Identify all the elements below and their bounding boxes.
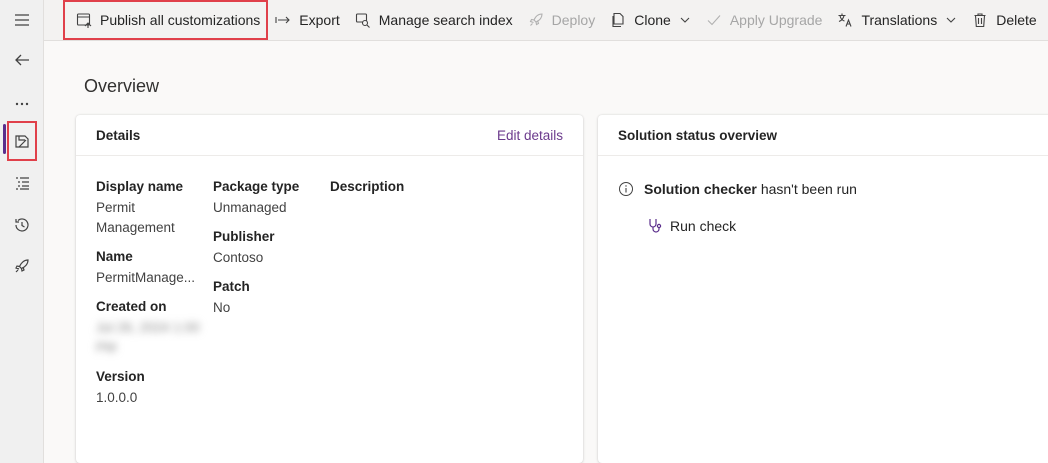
- solution-checker-name: Solution checker: [644, 181, 757, 197]
- delete-label: Delete: [996, 12, 1037, 28]
- translations-label: Translations: [861, 12, 938, 28]
- chevron-down-icon: [679, 14, 691, 26]
- stethoscope-icon: [646, 217, 664, 235]
- package-type-value: Unmanaged: [213, 200, 287, 215]
- clone-icon: [609, 11, 627, 29]
- hamburger-icon[interactable]: [0, 0, 44, 40]
- created-on-label: Created on: [96, 299, 167, 314]
- solution-checker-status: Solution checker hasn't been run: [618, 181, 857, 197]
- apply-upgrade-label: Apply Upgrade: [729, 12, 823, 28]
- version-value: 1.0.0.0: [96, 390, 138, 405]
- name-label: Name: [96, 249, 133, 264]
- left-rail: [0, 0, 44, 463]
- status-header: Solution status overview: [598, 115, 1048, 156]
- delete-button[interactable]: Delete: [964, 0, 1043, 41]
- manage-search-index-label: Manage search index: [378, 12, 513, 28]
- info-icon: [618, 181, 634, 197]
- apply-upgrade-button[interactable]: Apply Upgrade: [698, 0, 830, 41]
- edit-details-link[interactable]: Edit details: [497, 128, 563, 143]
- history-icon[interactable]: [0, 205, 44, 245]
- solution-status-card: Solution status overview Solution checke…: [598, 115, 1048, 463]
- details-column-1: Display name Permit Management Name Perm…: [96, 179, 200, 419]
- more-icon[interactable]: [0, 82, 44, 122]
- pipelines-rocket-icon[interactable]: [0, 246, 44, 286]
- checkmark-icon: [705, 11, 723, 29]
- details-card: Details Edit details Display name Permit…: [76, 115, 583, 463]
- clone-label: Clone: [634, 12, 671, 28]
- status-title: Solution status overview: [618, 127, 778, 143]
- run-check-label: Run check: [670, 218, 737, 234]
- publish-icon: [75, 11, 93, 29]
- run-check-button[interactable]: Run check: [646, 217, 736, 235]
- search-index-icon: [354, 11, 372, 29]
- deploy-label: Deploy: [551, 12, 596, 28]
- package-type-label: Package type: [213, 179, 300, 194]
- patch-value: No: [213, 300, 231, 315]
- solution-highlight-box: [7, 121, 37, 161]
- created-on-value: Jul 26, 2024 1:00 PM: [96, 320, 200, 355]
- display-name-label: Display name: [96, 179, 184, 194]
- publish-all-label: Publish all customizations: [100, 12, 261, 28]
- description-label: Description: [330, 179, 405, 194]
- trash-icon: [971, 11, 989, 29]
- back-arrow-icon[interactable]: [0, 40, 44, 80]
- publish-all-button[interactable]: Publish all customizations: [68, 0, 267, 41]
- details-column-3: Description: [330, 179, 450, 198]
- details-header: Details Edit details: [76, 115, 583, 156]
- export-label: Export: [299, 12, 340, 28]
- details-title: Details: [96, 127, 141, 143]
- publisher-label: Publisher: [213, 229, 275, 244]
- solution-checker-text: hasn't been run: [760, 181, 857, 197]
- name-value: PermitManage...: [96, 270, 196, 285]
- export-arrow-icon: [274, 11, 292, 29]
- publisher-value: Contoso: [213, 250, 264, 265]
- clone-button[interactable]: Clone: [602, 0, 698, 41]
- manage-search-index-button[interactable]: Manage search index: [347, 0, 520, 41]
- rocket-icon: [527, 11, 545, 29]
- objects-list-icon[interactable]: [0, 163, 44, 203]
- translate-icon: [836, 11, 854, 29]
- export-button[interactable]: Export: [267, 0, 346, 41]
- patch-label: Patch: [213, 279, 250, 294]
- chevron-down-icon: [945, 14, 957, 26]
- details-column-2: Package type Unmanaged Publisher Contoso…: [213, 179, 317, 329]
- command-bar: Publish all customizations Export Manage…: [44, 0, 1048, 41]
- display-name-value: Permit Management: [96, 200, 175, 235]
- translations-button[interactable]: Translations: [829, 0, 964, 41]
- page-title: Overview: [84, 76, 160, 96]
- deploy-button[interactable]: Deploy: [520, 0, 603, 41]
- version-label: Version: [96, 369, 145, 384]
